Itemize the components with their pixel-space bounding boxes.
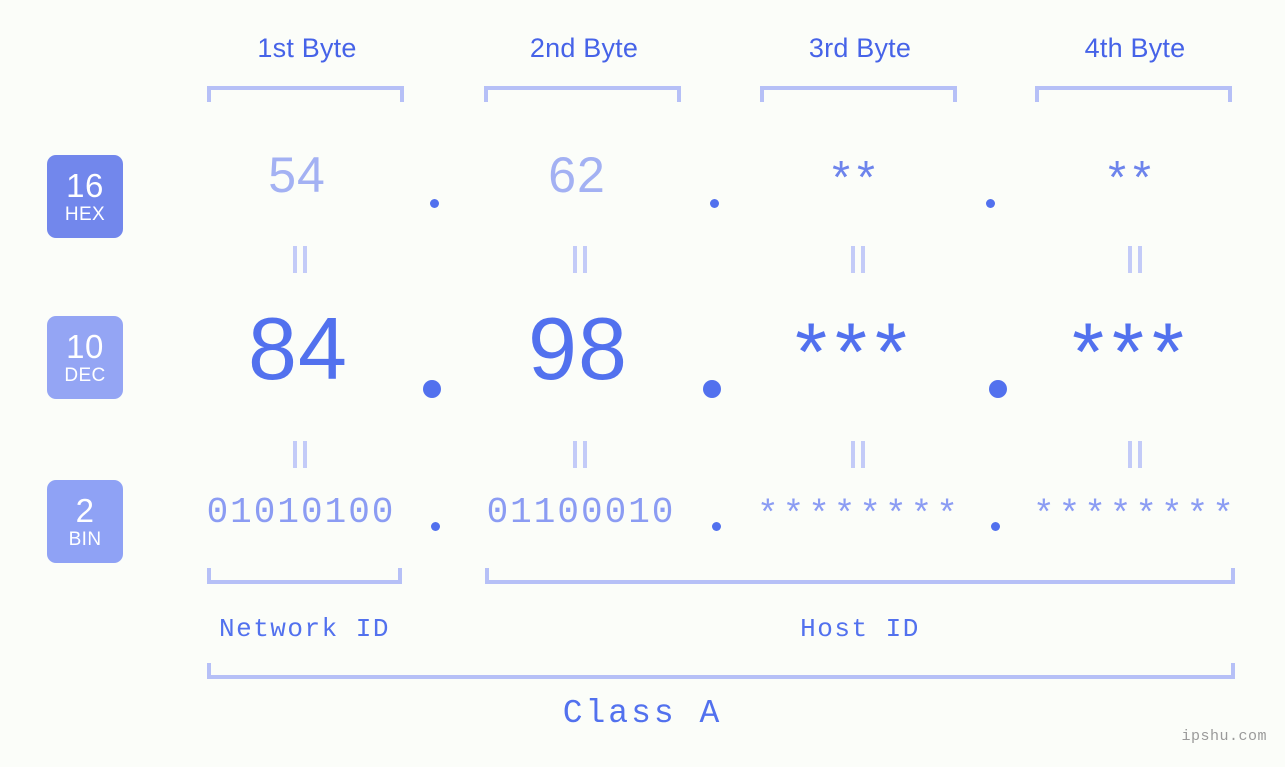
byte-header-1: 1st Byte bbox=[257, 33, 357, 63]
bin-separator-dot-2 bbox=[712, 522, 721, 531]
dec-separator-dot-2 bbox=[703, 380, 721, 398]
byte-bracket-3 bbox=[760, 86, 957, 102]
hex-byte-4: ** bbox=[1108, 151, 1158, 203]
network-id-label: Network ID bbox=[218, 614, 391, 644]
byte-header-4: 4th Byte bbox=[1084, 33, 1186, 63]
radix-badge-hex: 16 HEX bbox=[47, 155, 123, 238]
radix-badge-dec-number: 10 bbox=[66, 328, 104, 365]
radix-badge-hex-abbr: HEX bbox=[64, 204, 106, 225]
class-bracket bbox=[207, 663, 1235, 679]
equals-connector-hex-dec-3 bbox=[851, 246, 865, 273]
equals-connector-dec-bin-4 bbox=[1128, 441, 1142, 468]
dec-separator-dot-1 bbox=[423, 380, 441, 398]
bin-separator-dot-3 bbox=[991, 522, 1000, 531]
equals-connector-hex-dec-4 bbox=[1128, 246, 1142, 273]
byte-header-2: 2nd Byte bbox=[529, 33, 639, 63]
hex-byte-3: ** bbox=[832, 151, 882, 203]
dec-byte-1: 84 bbox=[248, 299, 348, 398]
hex-byte-2: 62 bbox=[548, 147, 606, 203]
byte-bracket-4 bbox=[1035, 86, 1232, 102]
bin-byte-1: 01010100 bbox=[206, 492, 396, 533]
bin-separator-dot-1 bbox=[431, 522, 440, 531]
byte-bracket-2 bbox=[484, 86, 681, 102]
bin-byte-3: ******** bbox=[757, 495, 962, 536]
host-id-label: Host ID bbox=[800, 614, 920, 644]
byte-header-3: 3rd Byte bbox=[808, 33, 912, 63]
hex-byte-1: 54 bbox=[268, 147, 326, 203]
radix-badge-dec: 10 DEC bbox=[47, 316, 123, 399]
hex-separator-dot-3 bbox=[986, 199, 995, 208]
bin-byte-4: ******** bbox=[1033, 495, 1238, 536]
radix-badge-hex-number: 16 bbox=[66, 167, 104, 204]
radix-badge-bin: 2 BIN bbox=[47, 480, 123, 563]
dec-separator-dot-3 bbox=[989, 380, 1007, 398]
radix-badge-dec-abbr: DEC bbox=[64, 365, 106, 386]
radix-badge-bin-number: 2 bbox=[75, 492, 95, 529]
hex-separator-dot-1 bbox=[430, 199, 439, 208]
class-label: Class A bbox=[562, 695, 723, 732]
dec-byte-2: 98 bbox=[528, 299, 628, 398]
byte-bracket-1 bbox=[207, 86, 404, 102]
host-id-bracket bbox=[485, 568, 1235, 584]
equals-connector-hex-dec-1 bbox=[293, 246, 307, 273]
equals-connector-hex-dec-2 bbox=[573, 246, 587, 273]
site-watermark: ipshu.com bbox=[1181, 728, 1267, 745]
ip-byte-breakdown-diagram: 1st Byte 2nd Byte 3rd Byte 4th Byte 16 H… bbox=[0, 0, 1285, 767]
bin-byte-2: 01100010 bbox=[486, 492, 676, 533]
dec-byte-4: *** bbox=[1072, 307, 1192, 398]
dec-byte-3: *** bbox=[795, 307, 915, 398]
equals-connector-dec-bin-3 bbox=[851, 441, 865, 468]
equals-connector-dec-bin-1 bbox=[293, 441, 307, 468]
equals-connector-dec-bin-2 bbox=[573, 441, 587, 468]
hex-separator-dot-2 bbox=[710, 199, 719, 208]
network-id-bracket bbox=[207, 568, 402, 584]
radix-badge-bin-abbr: BIN bbox=[68, 529, 102, 550]
